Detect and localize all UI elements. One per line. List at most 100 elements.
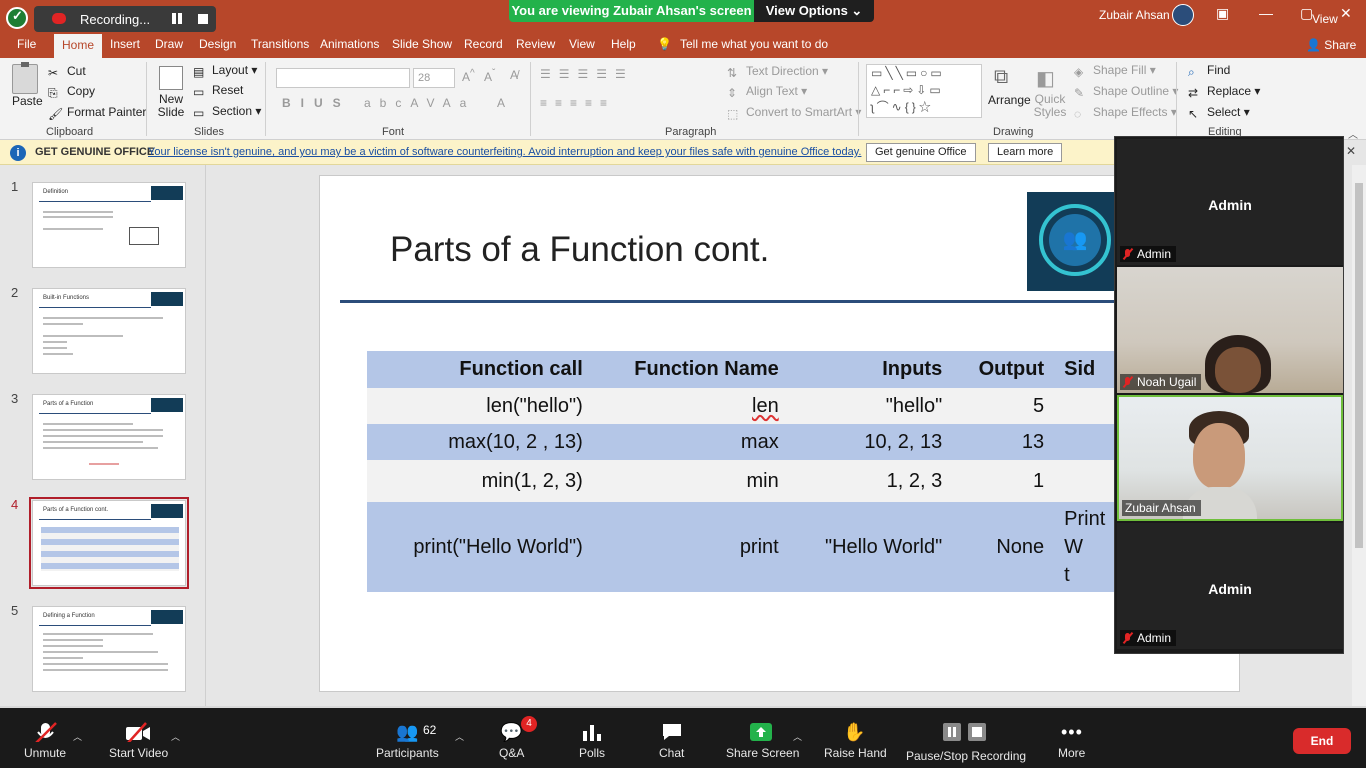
view-options-button[interactable]: View Options ⌄ bbox=[754, 0, 874, 22]
convert-smartart-label: Convert to SmartArt bbox=[746, 105, 853, 119]
share-button[interactable]: 👤 Share bbox=[1306, 38, 1356, 52]
tab-help[interactable]: Help bbox=[611, 37, 636, 51]
end-meeting-button[interactable]: End bbox=[1293, 728, 1351, 754]
tab-file[interactable]: File bbox=[17, 37, 36, 51]
font-color-icon[interactable]: A bbox=[497, 96, 505, 110]
table-header: Output bbox=[952, 351, 1055, 388]
tell-me-search[interactable]: Tell me what you want to do bbox=[680, 37, 828, 51]
increase-font-icon[interactable]: A^ bbox=[462, 68, 475, 84]
video-tile-admin[interactable]: Admin Admin bbox=[1117, 139, 1343, 265]
section-button[interactable]: ▭ Section ▾ bbox=[193, 104, 261, 120]
video-tile-admin-2[interactable]: Admin Admin bbox=[1117, 523, 1343, 649]
quick-styles-button[interactable]: Quick Styles bbox=[1030, 93, 1070, 119]
slide-thumbnail-2[interactable]: Built-in Functions bbox=[32, 288, 186, 374]
tab-design[interactable]: Design bbox=[199, 37, 236, 51]
reset-button[interactable]: ▭ Reset bbox=[193, 83, 243, 99]
thumb-text-line bbox=[43, 633, 153, 635]
tab-insert[interactable]: Insert bbox=[110, 37, 140, 51]
paste-icon[interactable] bbox=[12, 62, 38, 94]
slide-thumbnail-4[interactable]: Parts of a Function cont. bbox=[29, 497, 189, 589]
font-effects-icons[interactable]: abcAVAa bbox=[364, 96, 475, 110]
cut-button[interactable]: ✂ Cut bbox=[48, 64, 86, 80]
video-tile-noah-ugail[interactable]: Noah Ugail bbox=[1117, 267, 1343, 393]
stop-recording-icon[interactable] bbox=[198, 14, 208, 24]
minimize-icon[interactable]: — bbox=[1259, 5, 1273, 21]
font-format-icons[interactable]: BIUS bbox=[282, 96, 351, 110]
clear-formatting-icon[interactable]: A̸ bbox=[510, 68, 518, 82]
share-options-chevron-icon[interactable]: ︿ bbox=[793, 730, 802, 743]
tab-home[interactable]: Home bbox=[54, 34, 103, 58]
functions-table[interactable]: Function call Function Name Inputs Outpu… bbox=[367, 351, 1127, 592]
convert-smartart-button[interactable]: ⬚ Convert to SmartArt ▾ bbox=[727, 105, 861, 121]
paragraph-group-label: Paragraph bbox=[665, 126, 717, 138]
format-painter-button[interactable]: 🖌 Format Painter bbox=[48, 105, 146, 121]
slide-title[interactable]: Parts of a Function cont. bbox=[390, 230, 769, 270]
font-size-dropdown[interactable]: 28 bbox=[413, 68, 455, 88]
align-text-button[interactable]: ⇕ Align Text ▾ bbox=[727, 84, 807, 100]
video-options-chevron-icon[interactable]: ︿ bbox=[171, 730, 180, 743]
vertical-scrollbar[interactable] bbox=[1352, 165, 1366, 708]
microphone-muted-icon bbox=[35, 722, 57, 742]
ribbon-display-icon[interactable]: ▣ bbox=[1216, 5, 1229, 22]
get-genuine-office-button[interactable]: Get genuine Office bbox=[866, 143, 976, 162]
font-name-dropdown[interactable] bbox=[276, 68, 410, 88]
pause-recording-icon[interactable] bbox=[171, 13, 183, 25]
tab-draw[interactable]: Draw bbox=[155, 37, 183, 51]
layout-button[interactable]: ▤ Layout ▾ bbox=[193, 63, 257, 79]
arrange-button[interactable]: Arrange bbox=[988, 93, 1031, 107]
participant-face bbox=[1215, 347, 1261, 393]
security-shield-icon[interactable] bbox=[6, 7, 28, 29]
tab-record[interactable]: Record bbox=[464, 37, 503, 51]
current-slide[interactable]: Parts of a Function cont. 👥 Function cal… bbox=[319, 175, 1240, 692]
paste-button[interactable]: Paste bbox=[12, 94, 43, 108]
quick-styles-icon: ◧ bbox=[1036, 68, 1055, 90]
tab-animations[interactable]: Animations bbox=[320, 37, 379, 51]
video-tile-zubair-ahsan[interactable]: Zubair Ahsan bbox=[1117, 395, 1343, 521]
text-direction-button[interactable]: ⇅ Text Direction ▾ bbox=[727, 64, 828, 80]
collapse-ribbon-icon[interactable]: ︿ bbox=[1348, 126, 1358, 141]
list-icons[interactable]: ☰☰☰☰☰ bbox=[540, 67, 634, 81]
table-cell: 13 bbox=[952, 424, 1055, 460]
slide-thumbnail-3[interactable]: Parts of a Function bbox=[32, 394, 186, 480]
find-button[interactable]: ⌕ Find bbox=[1188, 63, 1230, 79]
thumb-logo bbox=[151, 292, 183, 306]
tab-review[interactable]: Review bbox=[516, 37, 555, 51]
audio-options-chevron-icon[interactable]: ︿ bbox=[73, 730, 82, 743]
share-screen-arrow-icon bbox=[750, 723, 772, 741]
learn-more-button[interactable]: Learn more bbox=[988, 143, 1063, 162]
license-message-link[interactable]: Your license isn't genuine, and you may … bbox=[148, 146, 861, 158]
shape-effects-label: Shape Effects bbox=[1093, 105, 1168, 119]
new-slide-button[interactable]: New Slide bbox=[154, 93, 188, 119]
participant-label: Zubair Ahsan bbox=[1122, 500, 1201, 516]
slide-thumbnail-1[interactable]: Definition bbox=[32, 182, 186, 268]
table-cell: 5 bbox=[952, 388, 1055, 424]
shapes-gallery[interactable]: ▭╲╲▭○▭ △⌐⌐⇨⇩▭ ʅ⌒∿{}☆ bbox=[866, 64, 982, 118]
avatar[interactable] bbox=[1172, 4, 1194, 26]
replace-button[interactable]: ⇄ Replace ▾ bbox=[1188, 84, 1260, 100]
table-cell: print("Hello World") bbox=[367, 502, 593, 592]
tab-view[interactable]: View bbox=[569, 37, 595, 51]
replace-icon: ⇄ bbox=[1188, 86, 1199, 100]
align-icons[interactable]: ≡≡≡≡≡ bbox=[540, 96, 615, 110]
shape-fill-button[interactable]: ◈ Shape Fill ▾ bbox=[1074, 63, 1156, 79]
table-row: print("Hello World") print "Hello World"… bbox=[367, 502, 1127, 592]
slide-thumbnail-5[interactable]: Defining a Function bbox=[32, 606, 186, 692]
zoom-view-button[interactable]: View bbox=[1312, 12, 1338, 26]
title-underline bbox=[340, 300, 1220, 303]
thumb-text-line bbox=[43, 663, 168, 665]
select-button[interactable]: ↖ Select ▾ bbox=[1188, 105, 1250, 121]
close-license-bar-icon[interactable]: ✕ bbox=[1346, 144, 1356, 158]
copy-button[interactable]: ⎘ Copy bbox=[48, 84, 95, 100]
shape-outline-button[interactable]: ✎ Shape Outline ▾ bbox=[1074, 84, 1178, 100]
scrollbar-thumb[interactable] bbox=[1355, 183, 1363, 548]
close-icon[interactable]: ✕ bbox=[1340, 5, 1352, 22]
tab-transitions[interactable]: Transitions bbox=[251, 37, 309, 51]
new-slide-icon[interactable] bbox=[159, 66, 183, 90]
thumb-logo bbox=[151, 610, 183, 624]
tab-slide-show[interactable]: Slide Show bbox=[392, 37, 452, 51]
shape-effects-button[interactable]: ◌ Shape Effects ▾ bbox=[1074, 105, 1177, 121]
participants-chevron-icon[interactable]: ︿ bbox=[455, 730, 464, 743]
account-name[interactable]: Zubair Ahsan bbox=[1099, 8, 1170, 22]
font-group-label: Font bbox=[382, 126, 405, 138]
decrease-font-icon[interactable]: Aˇ bbox=[484, 68, 495, 84]
